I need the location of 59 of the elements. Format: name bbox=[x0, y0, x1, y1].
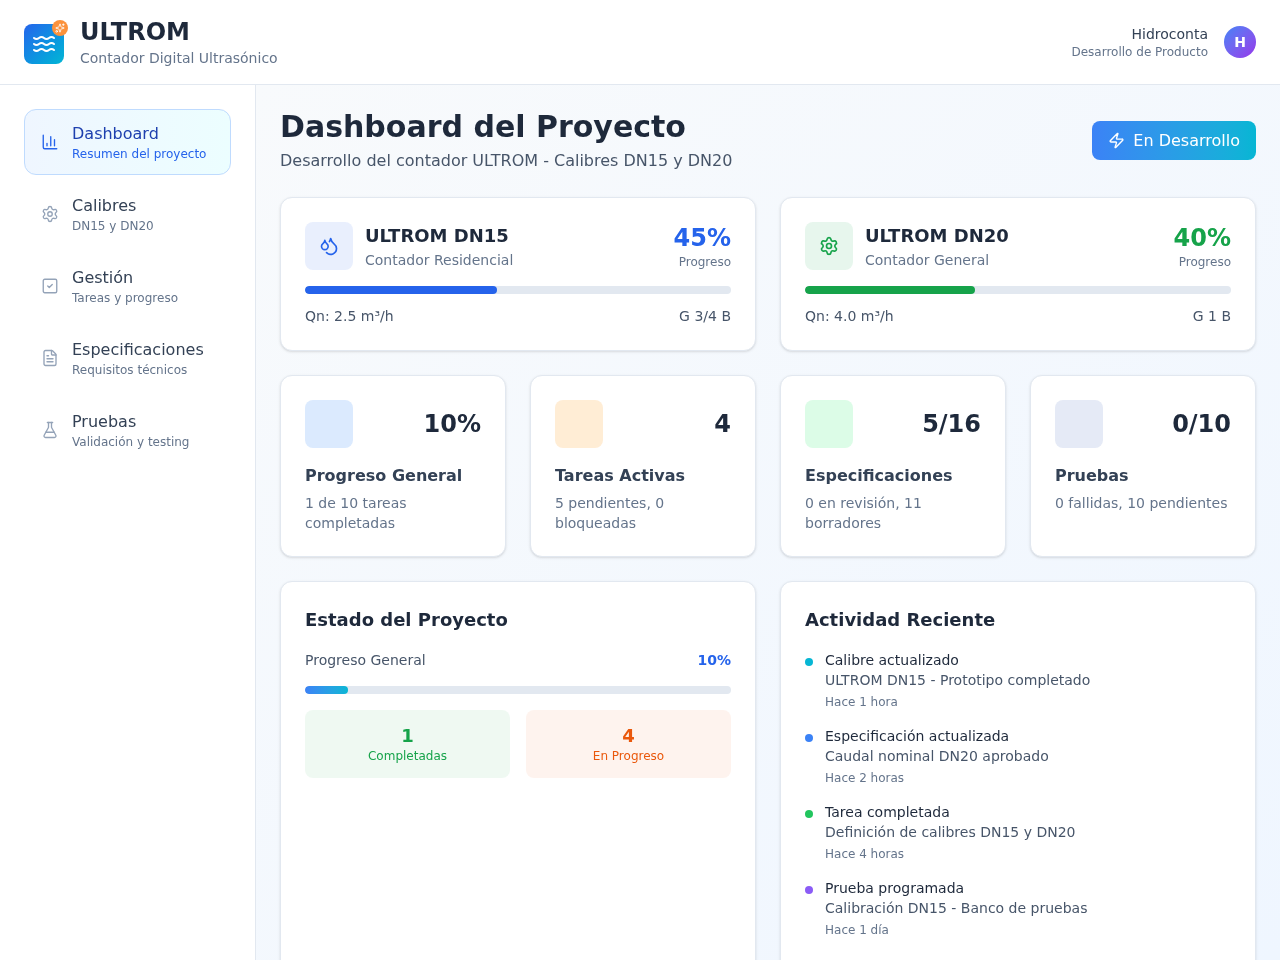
meter-name: ULTROM DN15 bbox=[365, 224, 510, 248]
progress-label: Progreso bbox=[1178, 254, 1231, 270]
progress-percent: 40% bbox=[1173, 223, 1231, 254]
card-title: Actividad Reciente bbox=[805, 608, 997, 632]
stat-value: 4 bbox=[714, 409, 731, 440]
stat-detail: 5 pendientes, 0 bloqueadas bbox=[555, 494, 666, 533]
stat-title: Progreso General bbox=[305, 465, 464, 487]
gear-icon bbox=[41, 205, 59, 223]
progress-percent: 10% bbox=[697, 651, 731, 670]
stat-detail: 1 de 10 tareas completadas bbox=[305, 494, 408, 533]
activity-detail: Calibración DN15 - Banco de pruebas bbox=[825, 899, 1088, 918]
activity-time: Hace 1 día bbox=[825, 922, 890, 938]
sidebar-item[interactable]: Dashboard Resumen del proyecto bbox=[24, 109, 231, 175]
counter-label: En Progreso bbox=[592, 748, 665, 764]
page-title: Dashboard del Proyecto bbox=[280, 109, 687, 145]
lightning-icon bbox=[1108, 132, 1126, 149]
progress-label: Progreso bbox=[678, 254, 731, 270]
nominal-flow: Qn: 4.0 m³/h bbox=[805, 307, 894, 326]
stat-detail: 0 en revisión, 11 borradores bbox=[805, 494, 923, 533]
stat-detail: 0 fallidas, 10 pendientes bbox=[1055, 494, 1229, 513]
counter-label: Completadas bbox=[368, 748, 447, 764]
activity-time: Hace 2 horas bbox=[825, 770, 906, 786]
counter-value: 1 bbox=[401, 724, 414, 748]
meter-type: Contador General bbox=[865, 251, 991, 270]
user-role: Desarrollo de Producto bbox=[1071, 44, 1208, 60]
checkbox-icon bbox=[41, 277, 59, 295]
activity-detail: Definición de calibres DN15 y DN20 bbox=[825, 823, 1076, 842]
bar-chart-icon bbox=[41, 133, 59, 151]
meter-name: ULTROM DN20 bbox=[865, 224, 1009, 248]
activity-title: Especificación actualizada bbox=[825, 727, 1011, 746]
document-icon bbox=[41, 349, 59, 367]
activity-title: Calibre actualizado bbox=[825, 651, 960, 670]
card-title: Estado del Proyecto bbox=[305, 608, 509, 632]
nominal-flow: Qn: 2.5 m³/h bbox=[305, 307, 394, 326]
stat-title: Pruebas bbox=[1055, 465, 1130, 487]
app-title: ULTROM bbox=[80, 17, 191, 48]
meter-type: Contador Residencial bbox=[365, 251, 514, 270]
flask-icon bbox=[41, 421, 59, 439]
activity-detail: ULTROM DN15 - Prototipo completado bbox=[825, 671, 1091, 690]
activity-title: Tarea completada bbox=[825, 803, 951, 822]
stat-value: 10% bbox=[423, 409, 481, 440]
app-subtitle: Contador Digital Ultrasónico bbox=[80, 49, 278, 68]
thread-size: G 3/4 B bbox=[679, 307, 731, 326]
logo-icon bbox=[24, 20, 68, 64]
activity-title: Prueba programada bbox=[825, 879, 966, 898]
stat-title: Especificaciones bbox=[805, 465, 954, 487]
stat-value: 0/10 bbox=[1172, 409, 1231, 440]
page-subtitle: Desarrollo del contador ULTROM - Calibres DN15 y DN20 bbox=[280, 150, 733, 172]
user-avatar[interactable]: H bbox=[1224, 26, 1256, 58]
stat-title: Tareas Activas bbox=[555, 465, 687, 487]
stat-value: 5/16 bbox=[922, 409, 981, 440]
user-name: Hidroconta bbox=[1131, 25, 1208, 44]
progress-label: Progreso General bbox=[305, 651, 426, 670]
activity-detail: Caudal nominal DN20 aprobado bbox=[825, 747, 1049, 766]
thread-size: G 1 B bbox=[1192, 307, 1231, 326]
activity-time: Hace 1 hora bbox=[825, 694, 899, 710]
counter-value: 4 bbox=[622, 724, 635, 748]
activity-time: Hace 4 horas bbox=[825, 846, 906, 862]
progress-percent: 45% bbox=[673, 223, 731, 254]
